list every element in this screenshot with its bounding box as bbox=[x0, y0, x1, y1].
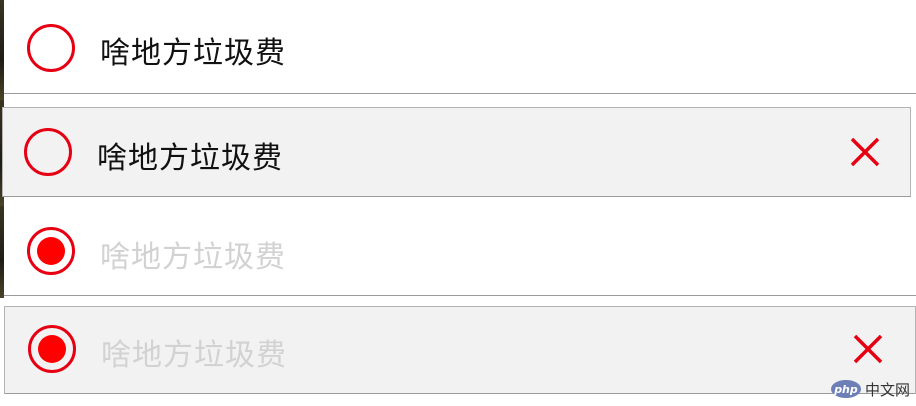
todo-label: 啥地方垃圾费 bbox=[97, 141, 283, 176]
radio-dot bbox=[37, 237, 65, 265]
radio-checked-icon[interactable] bbox=[27, 227, 75, 275]
todo-item[interactable]: 啥地方垃圾费 bbox=[4, 306, 916, 394]
todo-item[interactable]: 啥地方垃圾费 bbox=[4, 206, 916, 296]
site-watermark: php 中文网 bbox=[830, 378, 910, 400]
radio-dot bbox=[38, 335, 66, 363]
todo-item[interactable]: 啥地方垃圾费 bbox=[2, 107, 911, 197]
radio-checked-icon[interactable] bbox=[28, 325, 76, 373]
watermark-text: 中文网 bbox=[864, 380, 910, 399]
todo-item[interactable]: 啥地方垃圾费 bbox=[4, 0, 916, 94]
todo-list-screenshot: 啥地方垃圾费 啥地方垃圾费 啥地方垃圾费 啥地方垃圾费 php 中文网 bbox=[0, 0, 916, 406]
todo-label-completed: 啥地方垃圾费 bbox=[100, 240, 286, 275]
php-logo-icon: php bbox=[830, 380, 861, 398]
close-icon[interactable] bbox=[851, 332, 885, 366]
radio-unchecked-icon[interactable] bbox=[24, 128, 72, 176]
radio-unchecked-icon[interactable] bbox=[27, 24, 75, 72]
todo-label: 啥地方垃圾费 bbox=[100, 36, 286, 71]
todo-label-completed: 啥地方垃圾费 bbox=[101, 338, 287, 373]
close-icon[interactable] bbox=[848, 135, 882, 169]
